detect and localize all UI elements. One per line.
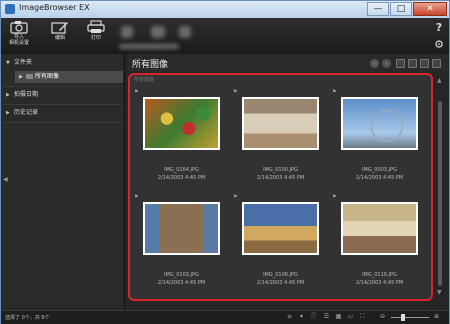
zoom-slider[interactable] [391, 317, 429, 318]
file-name: IMG_0106.JPG [263, 272, 298, 278]
app-window: ImageBrowser EX — □ ✕ 导入 相机设置 编辑 打印 ? ⚙ … [0, 0, 450, 324]
thumbnail[interactable]: ⚑ IMG_0103.JPG 2/14/2003 4:45 PM [134, 194, 229, 299]
import-label: 导入 相机设置 [8, 34, 29, 46]
divider [3, 104, 122, 105]
print-button[interactable]: 打印 [85, 20, 107, 41]
sort-icon[interactable]: ≡ [286, 314, 293, 320]
import-button[interactable]: 导入 相机设置 [7, 20, 31, 46]
thumbnail[interactable]: ⚑ IMG_0110.JPG 2/14/2003 4:45 PM [332, 194, 427, 299]
folder-icon [26, 74, 33, 79]
flag-icon: ⚑ [332, 89, 337, 95]
flag-icon: ⚑ [134, 89, 139, 95]
sidebar-item-label: 拍摄日期 [14, 91, 39, 98]
back-icon[interactable]: ‹ [370, 59, 379, 68]
status-bar: 选择了 0个，共 6个 ≡ ▾ ⓘ ☰ ▦ ▭ ⛶ ⊖ ⊕ [1, 310, 449, 324]
file-date: 2/14/2003 4:45 PM [355, 175, 404, 181]
sidebar-item-label: 文件夹 [14, 59, 33, 66]
blurred-toolbar-label [119, 44, 179, 49]
tool-icon[interactable] [420, 59, 429, 68]
selection-status: 选择了 0个，共 6个 [5, 315, 50, 321]
photo-thumbnail [343, 99, 416, 148]
expand-right-icon: ▶ [19, 74, 23, 80]
scroll-thumb[interactable] [438, 101, 442, 286]
zoom-slider-handle[interactable] [401, 314, 405, 321]
help-icon[interactable]: ? [432, 21, 446, 35]
group-label: 所有图像 [134, 77, 155, 83]
zoom-in-icon[interactable]: ⊕ [433, 314, 440, 320]
expand-right-icon: ▶ [6, 110, 10, 116]
maximize-button[interactable]: □ [390, 2, 412, 16]
view-preview-icon[interactable]: ▭ [347, 314, 354, 320]
photo-thumbnail [244, 204, 317, 253]
view-grid-icon[interactable]: ▦ [335, 314, 342, 320]
file-name: IMG_0003.JPG [362, 167, 397, 173]
blurred-toolbar-item[interactable] [151, 26, 165, 38]
flag-icon: ⚑ [233, 194, 238, 200]
page-title: 所有图像 [132, 60, 169, 70]
view-fullscreen-icon[interactable]: ⛶ [359, 314, 366, 320]
divider [3, 122, 122, 123]
file-name: IMG_0110.JPG [362, 272, 397, 278]
thumbnail[interactable]: ⚑ IMG_0100.JPG 2/14/2003 4:45 PM [233, 89, 328, 194]
blurred-toolbar-item[interactable] [121, 26, 133, 38]
close-button[interactable]: ✕ [413, 2, 447, 16]
flag-icon: ⚑ [332, 194, 337, 200]
delete-icon[interactable] [432, 59, 441, 68]
photo-thumbnail [145, 204, 218, 253]
printer-icon [87, 20, 105, 33]
flag-icon: ⚑ [233, 89, 238, 95]
sidebar-item-date[interactable]: ▶ 拍摄日期 [1, 88, 124, 102]
toolbar: 导入 相机设置 编辑 打印 ? ⚙ [1, 18, 449, 54]
app-logo-icon [5, 4, 15, 14]
scroll-up-icon[interactable]: ▲ [437, 77, 442, 84]
flag-icon: ⚑ [134, 194, 139, 200]
edit-icon [51, 22, 68, 34]
filter-icon[interactable]: ▾ [298, 314, 305, 320]
title-bar: ImageBrowser EX — □ ✕ [1, 1, 449, 18]
main-header: 所有图像 ‹ › [128, 54, 449, 72]
vertical-scrollbar[interactable]: ▲ ▼ [434, 73, 446, 301]
collapse-left-icon[interactable]: ◀ [3, 176, 8, 183]
photo-thumbnail [244, 99, 317, 148]
file-name: IMG_0103.JPG [164, 272, 199, 278]
sidebar-item-label: 所有图像 [35, 73, 60, 80]
file-date: 2/14/2003 4:45 PM [355, 280, 404, 286]
thumbnail-grid: 所有图像 ⚑ IMG_0164.JPG 2/14/2003 4:45 PM ⚑ … [128, 73, 433, 301]
thumbnail[interactable]: ⚑ IMG_0106.JPG 2/14/2003 4:45 PM [233, 194, 328, 299]
expand-right-icon: ▶ [6, 92, 10, 98]
edit-label: 编辑 [54, 35, 65, 41]
thumbnail[interactable]: ⚑ IMG_0003.JPG 2/14/2003 4:45 PM [332, 89, 427, 194]
camera-icon [10, 21, 28, 34]
file-date: 2/14/2003 4:45 PM [256, 175, 305, 181]
edit-button[interactable]: 编辑 [49, 20, 71, 41]
tool-icon[interactable] [408, 59, 417, 68]
sidebar-item-all-images[interactable]: ▶ 所有图像 [15, 71, 123, 83]
file-date: 2/14/2003 4:45 PM [157, 280, 206, 286]
scroll-down-icon[interactable]: ▼ [437, 289, 442, 296]
info-icon[interactable]: ⓘ [310, 314, 317, 320]
sidebar-item-folders[interactable]: ▼ 文件夹 [1, 56, 124, 70]
view-list-icon[interactable]: ☰ [323, 314, 330, 320]
photo-thumbnail [145, 99, 218, 148]
thumbnail[interactable]: ⚑ IMG_0164.JPG 2/14/2003 4:45 PM [134, 89, 229, 194]
blurred-toolbar-item[interactable] [179, 26, 191, 38]
sidebar-item-label: 历史记录 [14, 109, 39, 116]
file-date: 2/14/2003 4:45 PM [256, 280, 305, 286]
window-title: ImageBrowser EX [19, 3, 90, 12]
photo-thumbnail [343, 204, 416, 253]
sidebar: ▼ 文件夹 ▶ 所有图像 ▶ 拍摄日期 ▶ 历史记录 ◀ [1, 54, 125, 310]
expand-down-icon: ▼ [6, 60, 10, 66]
file-name: IMG_0164.JPG [164, 167, 199, 173]
gear-icon[interactable]: ⚙ [432, 39, 446, 51]
divider [3, 86, 122, 87]
forward-icon[interactable]: › [382, 59, 391, 68]
minimize-button[interactable]: — [367, 2, 389, 16]
print-label: 打印 [90, 35, 101, 41]
zoom-out-icon[interactable]: ⊖ [379, 314, 386, 320]
file-name: IMG_0100.JPG [263, 167, 298, 173]
sidebar-item-history[interactable]: ▶ 历史记录 [1, 106, 124, 120]
tool-icon[interactable] [396, 59, 405, 68]
file-date: 2/14/2003 4:45 PM [157, 175, 206, 181]
